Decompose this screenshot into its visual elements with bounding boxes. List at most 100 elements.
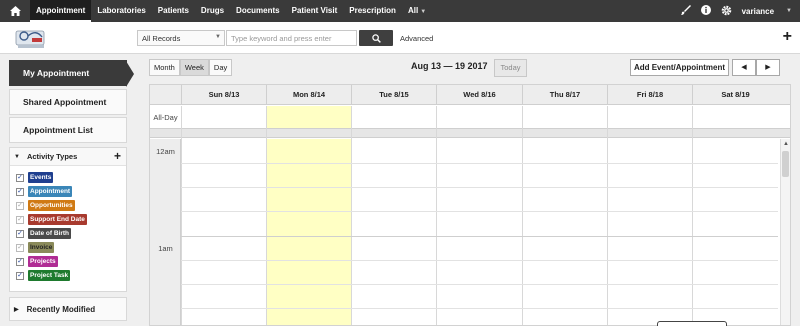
- allday-label: All-Day: [153, 113, 178, 122]
- activity-types-title: Activity Types: [26, 152, 78, 161]
- today-button[interactable]: Today: [494, 59, 527, 77]
- checkbox[interactable]: ✓: [16, 173, 24, 182]
- day-header-sat[interactable]: Sat 8/19: [692, 85, 790, 105]
- grid-line: [692, 106, 693, 325]
- nav-patient-visit[interactable]: Patient Visit: [286, 0, 344, 22]
- checkbox[interactable]: ✓: [16, 201, 24, 210]
- nav-all[interactable]: All ▼: [402, 0, 432, 22]
- scroll-thumb[interactable]: [782, 151, 789, 177]
- recently-modified-title: Recently Modified: [26, 304, 96, 314]
- date-range-title: Aug 13 — 19 2017: [411, 61, 488, 71]
- activity-badge: Opportunities: [28, 200, 75, 211]
- grid-line: [181, 211, 778, 212]
- home-icon[interactable]: [0, 0, 30, 22]
- activity-badge: Date of Birth: [28, 228, 71, 239]
- activity-badge: Project Task: [28, 270, 71, 281]
- grid-line: [181, 106, 182, 325]
- user-name[interactable]: variance: [742, 7, 774, 16]
- nav-prescription[interactable]: Prescription: [343, 0, 402, 22]
- week-navigation: ◀ ▶: [732, 59, 780, 76]
- nav-laboratories[interactable]: Laboratories: [91, 0, 151, 22]
- checkbox[interactable]: ✓: [16, 229, 24, 238]
- app-logo[interactable]: [12, 25, 50, 51]
- brush-icon[interactable]: [680, 5, 691, 17]
- activity-type-date-of-birth: ✓ Date of Birth: [16, 228, 71, 239]
- checkbox[interactable]: ✓: [16, 187, 24, 196]
- time-label-1am: 1am: [158, 244, 173, 253]
- grid-line: [181, 163, 778, 164]
- nav-all-label: All: [407, 6, 419, 15]
- appointment-list-button[interactable]: Appointment List: [9, 117, 127, 143]
- view-day-button[interactable]: Day: [208, 59, 233, 76]
- toolbar: All Records ▼ Advanced +: [0, 22, 800, 54]
- calendar-scrollbar[interactable]: ▲: [780, 139, 790, 325]
- activity-badge: Events: [28, 172, 54, 183]
- checkbox[interactable]: ✓: [16, 271, 24, 280]
- shared-appointment-button[interactable]: Shared Appointment: [9, 89, 127, 115]
- add-icon[interactable]: +: [783, 28, 792, 46]
- activity-type-events: ✓ Events: [16, 172, 54, 183]
- prev-week-button[interactable]: ◀: [732, 59, 756, 76]
- day-header-fri[interactable]: Fri 8/18: [607, 85, 692, 105]
- recently-modified-header[interactable]: ▶ Recently Modified: [9, 297, 127, 321]
- grid-line: [266, 106, 267, 325]
- chevron-down-icon: ▼: [215, 34, 221, 40]
- today-highlight: [266, 139, 351, 325]
- nav-drugs[interactable]: Drugs: [195, 0, 230, 22]
- advanced-search-link[interactable]: Advanced: [400, 34, 433, 43]
- search-input[interactable]: [226, 30, 357, 46]
- checkbox[interactable]: ✓: [16, 215, 24, 224]
- next-week-button[interactable]: ▶: [756, 59, 780, 76]
- checkbox[interactable]: ✓: [16, 243, 24, 252]
- time-label-12am: 12am: [156, 147, 175, 156]
- grid-line: [607, 106, 608, 325]
- add-activity-type-icon[interactable]: +: [114, 149, 121, 163]
- nav-appointment[interactable]: Appointment: [30, 0, 92, 22]
- grid-line: [181, 260, 778, 261]
- view-month-button[interactable]: Month: [149, 59, 180, 76]
- activity-type-project-task: ✓ Project Task: [16, 270, 71, 281]
- top-nav: Appointment Laboratories Patients Drugs …: [0, 0, 800, 22]
- week-calendar: Sun 8/13 Mon 8/14 Tue 8/15 Wed 8/16 Thu …: [149, 84, 791, 326]
- grid-line: [181, 308, 778, 309]
- allday-separator: [150, 129, 790, 138]
- activity-badge: Appointment: [28, 186, 73, 197]
- chevron-down-icon[interactable]: ▼: [786, 8, 792, 14]
- activity-badge: Support End Date: [28, 214, 87, 225]
- scroll-up-icon[interactable]: ▲: [783, 141, 789, 147]
- search-button[interactable]: [359, 30, 393, 46]
- top-nav-right: variance ▼: [680, 0, 792, 22]
- activity-types-panel: ▼ Activity Types + ✓ Events ✓ Appointmen…: [9, 147, 127, 292]
- activity-badge: Projects: [28, 256, 58, 267]
- nav-patients[interactable]: Patients: [152, 0, 195, 22]
- activity-types-header[interactable]: ▼ Activity Types +: [10, 148, 126, 166]
- view-week-button[interactable]: Week: [179, 59, 209, 76]
- day-header-row: Sun 8/13 Mon 8/14 Tue 8/15 Wed 8/16 Thu …: [150, 85, 790, 105]
- day-header-sun[interactable]: Sun 8/13: [181, 85, 266, 105]
- day-header-thu[interactable]: Thu 8/17: [522, 85, 607, 105]
- activity-type-projects: ✓ Projects: [16, 256, 58, 267]
- activity-type-opportunities: ✓ Opportunities: [16, 200, 75, 211]
- add-event-button[interactable]: Add Event/Appointment: [630, 59, 729, 76]
- gear-icon[interactable]: [721, 5, 732, 18]
- chevron-down-icon: ▼: [420, 9, 427, 15]
- day-header-mon[interactable]: Mon 8/14: [266, 85, 351, 105]
- sidebar: My Appointment Shared Appointment Appoin…: [0, 54, 140, 326]
- allday-row[interactable]: All-Day: [150, 106, 790, 129]
- checkbox[interactable]: ✓: [16, 257, 24, 266]
- expand-triangle-icon: ▶: [14, 306, 19, 313]
- grid-line: [181, 187, 778, 188]
- activity-badge: Invoice: [28, 242, 55, 253]
- activity-type-appointment: ✓ Appointment: [16, 186, 73, 197]
- records-select[interactable]: All Records ▼: [137, 30, 225, 46]
- search-icon: [371, 33, 381, 43]
- my-appointment-button[interactable]: My Appointment: [9, 60, 134, 87]
- info-icon[interactable]: [700, 5, 711, 17]
- day-header-tue[interactable]: Tue 8/15: [351, 85, 436, 105]
- activity-type-invoice: ✓ Invoice: [16, 242, 55, 253]
- nav-documents[interactable]: Documents: [230, 0, 286, 22]
- grid-line: [522, 106, 523, 325]
- grid-line: [181, 236, 778, 237]
- grid-line: [181, 284, 778, 285]
- day-header-wed[interactable]: Wed 8/16: [436, 85, 522, 105]
